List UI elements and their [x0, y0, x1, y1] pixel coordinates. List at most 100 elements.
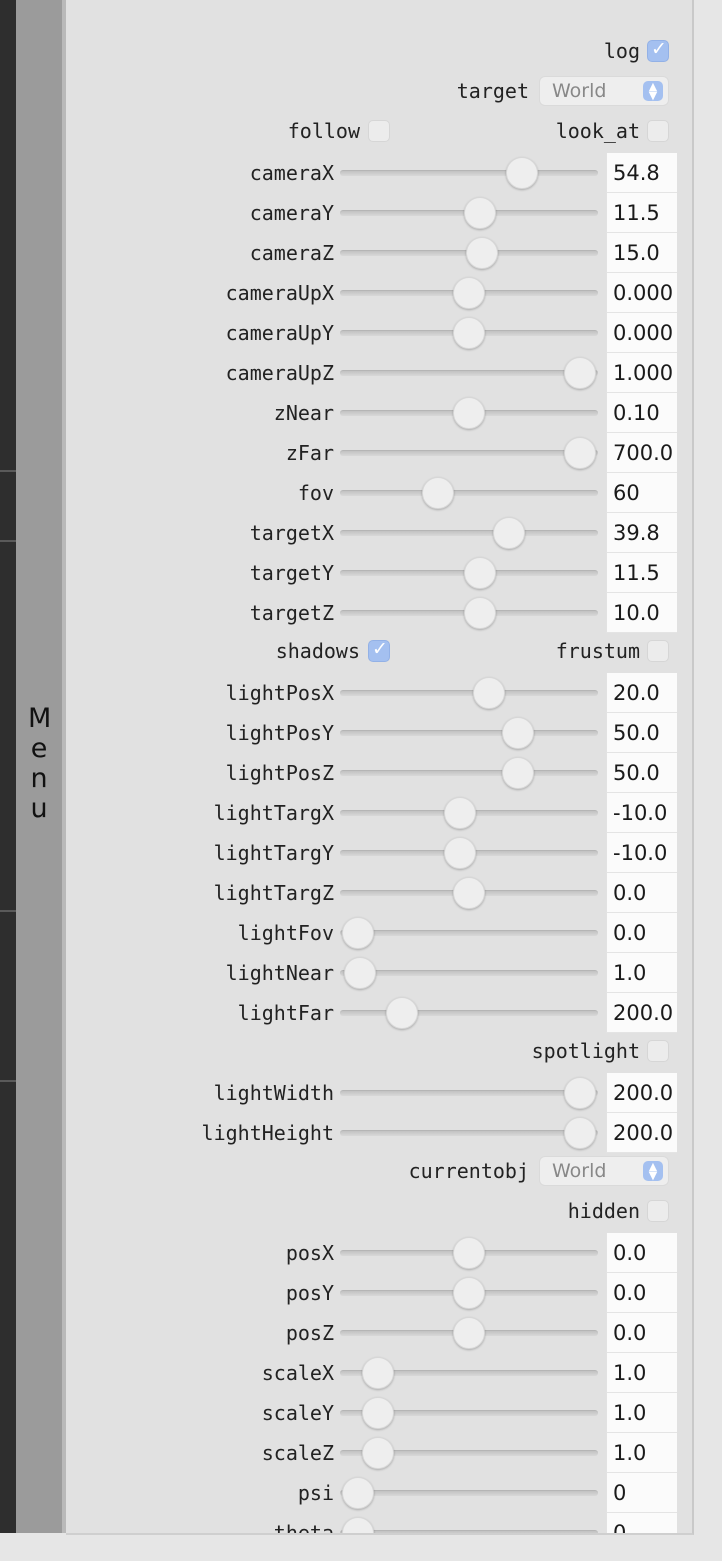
hidden-checkbox[interactable] [647, 1200, 669, 1222]
follow-checkbox[interactable] [368, 120, 390, 142]
slider-thumb-lightTargX[interactable] [444, 797, 477, 829]
slider-thumb-lightHeight[interactable] [564, 1117, 596, 1149]
value-field-lightFov[interactable]: 0.0 [606, 913, 677, 953]
value-field-lightHeight[interactable]: 200.0 [606, 1113, 677, 1153]
slider-track-lightPosZ[interactable] [340, 770, 598, 776]
slider-label-posY: posY [285, 1281, 334, 1305]
value-field-lightTargZ[interactable]: 0.0 [606, 873, 677, 913]
slider-thumb-cameraUpY[interactable] [453, 317, 485, 349]
slider-thumb-targetY[interactable] [464, 557, 497, 589]
slider-label-lightFar: lightFar [237, 1001, 334, 1025]
value-field-lightTargY[interactable]: -10.0 [606, 833, 677, 873]
slider-track-zFar[interactable] [340, 450, 598, 456]
slider-thumb-psi[interactable] [342, 1477, 374, 1509]
value-field-scaleY[interactable]: 1.0 [606, 1393, 677, 1433]
slider-thumb-lightTargZ[interactable] [453, 877, 485, 909]
value-field-psi[interactable]: 0 [606, 1473, 677, 1513]
slider-thumb-fov[interactable] [421, 477, 454, 509]
value-field-theta[interactable]: 0 [606, 1513, 677, 1533]
slider-thumb-lightWidth[interactable] [564, 1077, 596, 1109]
currentobj-row: currentobj World ▲ ▼ [66, 1151, 692, 1191]
target-select[interactable]: World ▲ ▼ [539, 76, 669, 106]
slider-thumb-zFar[interactable] [564, 437, 596, 469]
value-field-targetX[interactable]: 39.8 [606, 513, 677, 553]
slider-thumb-posY[interactable] [453, 1277, 485, 1309]
currentobj-select-value: World [552, 1160, 607, 1182]
slider-thumb-cameraY[interactable] [464, 197, 497, 229]
slider-thumb-cameraUpZ[interactable] [564, 357, 596, 389]
value-field-cameraUpZ[interactable]: 1.000 [606, 353, 677, 393]
value-field-zFar[interactable]: 700.0 [606, 433, 677, 473]
slider-track-lightHeight[interactable] [340, 1130, 598, 1136]
value-field-targetZ[interactable]: 10.0 [606, 593, 677, 633]
slider-thumb-lightFov[interactable] [342, 917, 374, 949]
value-field-targetY[interactable]: 11.5 [606, 553, 677, 593]
slider-thumb-cameraUpX[interactable] [453, 277, 485, 309]
value-field-lightTargX[interactable]: -10.0 [606, 793, 677, 833]
log-checkbox[interactable] [647, 38, 669, 62]
value-field-scaleZ[interactable]: 1.0 [606, 1433, 677, 1473]
slider-thumb-lightFar[interactable] [386, 997, 419, 1029]
scene-canvas[interactable] [0, 0, 16, 1533]
value-field-lightPosX[interactable]: 20.0 [606, 673, 677, 713]
slider-thumb-targetZ[interactable] [464, 597, 497, 629]
slider-track-cameraX[interactable] [340, 170, 598, 176]
slider-thumb-targetX[interactable] [492, 517, 525, 549]
slider-thumb-lightNear[interactable] [344, 957, 377, 989]
menu-tab[interactable]: Menu [16, 0, 66, 1533]
value-field-posY[interactable]: 0.0 [606, 1273, 677, 1313]
slider-row-theta: theta 0 [66, 1513, 692, 1533]
value-field-lightPosZ[interactable]: 50.0 [606, 753, 677, 793]
value-field-lightPosY[interactable]: 50.0 [606, 713, 677, 753]
slider-thumb-zNear[interactable] [453, 397, 485, 429]
slider-thumb-lightPosX[interactable] [472, 677, 505, 709]
slider-track-lightPosY[interactable] [340, 730, 598, 736]
slider-thumb-scaleY[interactable] [361, 1397, 394, 1429]
slider-track-lightNear[interactable] [340, 970, 598, 976]
slider-thumb-lightPosZ[interactable] [501, 757, 534, 789]
value-field-zNear[interactable]: 0.10 [606, 393, 677, 433]
slider-thumb-scaleX[interactable] [361, 1357, 394, 1389]
value-field-cameraUpX[interactable]: 0.000 [606, 273, 677, 313]
value-field-lightWidth[interactable]: 200.0 [606, 1073, 677, 1113]
currentobj-select[interactable]: World ▲ ▼ [539, 1156, 669, 1186]
slider-row-posY: posY 0.0 [66, 1273, 692, 1313]
slider-track-fov[interactable] [340, 490, 598, 496]
log-row: log [66, 31, 692, 71]
slider-track-lightPosX[interactable] [340, 690, 598, 696]
shadows-checkbox[interactable] [368, 638, 390, 662]
slider-thumb-posX[interactable] [453, 1237, 485, 1269]
slider-label-lightHeight: lightHeight [201, 1121, 334, 1145]
value-field-cameraUpY[interactable]: 0.000 [606, 313, 677, 353]
slider-thumb-cameraX[interactable] [506, 157, 539, 189]
value-field-lightFar[interactable]: 200.0 [606, 993, 677, 1033]
spotlight-checkbox[interactable] [647, 1040, 669, 1062]
slider-track-cameraUpZ[interactable] [340, 370, 598, 376]
slider-row-lightPosZ: lightPosZ 50.0 [66, 753, 692, 793]
value-field-cameraZ[interactable]: 15.0 [606, 233, 677, 273]
slider-thumb-scaleZ[interactable] [361, 1437, 394, 1469]
slider-track-targetX[interactable] [340, 530, 598, 536]
slider-label-targetX: targetX [249, 521, 334, 545]
slider-thumb-lightTargY[interactable] [444, 837, 477, 869]
value-field-cameraX[interactable]: 54.8 [606, 153, 677, 193]
value-field-cameraY[interactable]: 11.5 [606, 193, 677, 233]
slider-thumb-lightPosY[interactable] [501, 717, 534, 749]
slider-track-lightFar[interactable] [340, 1010, 598, 1016]
value-field-fov[interactable]: 60 [606, 473, 677, 513]
slider-thumb-theta[interactable] [342, 1517, 374, 1533]
frustum-checkbox[interactable] [647, 640, 669, 662]
slider-label-scaleY: scaleY [261, 1401, 334, 1425]
slider-track-psi[interactable] [340, 1490, 598, 1496]
slider-thumb-cameraZ[interactable] [466, 237, 499, 269]
value-field-posZ[interactable]: 0.0 [606, 1313, 677, 1353]
value-field-lightNear[interactable]: 1.0 [606, 953, 677, 993]
value-field-scaleX[interactable]: 1.0 [606, 1353, 677, 1393]
slider-row-lightPosX: lightPosX 20.0 [66, 673, 692, 713]
slider-thumb-posZ[interactable] [453, 1317, 485, 1349]
slider-row-targetX: targetX 39.8 [66, 513, 692, 553]
look-at-checkbox[interactable] [647, 120, 669, 142]
value-field-posX[interactable]: 0.0 [606, 1233, 677, 1273]
slider-track-lightWidth[interactable] [340, 1090, 598, 1096]
slider-track-lightFov[interactable] [340, 930, 598, 936]
